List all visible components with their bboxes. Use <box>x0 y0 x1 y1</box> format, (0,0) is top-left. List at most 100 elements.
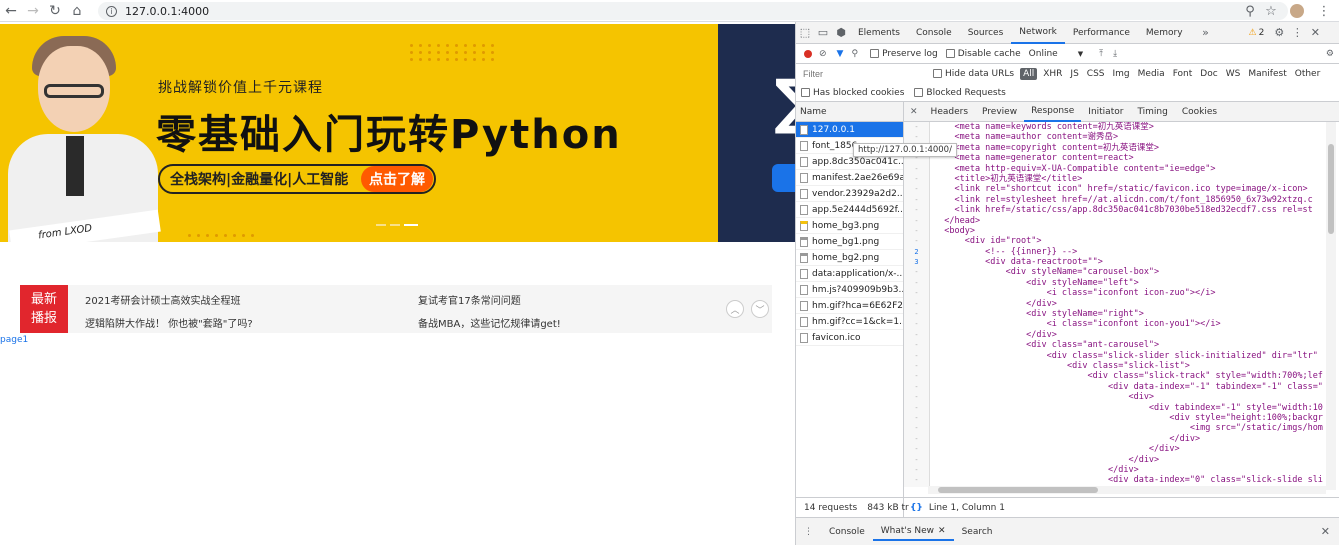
gutter-mark: - <box>914 123 919 131</box>
blocked-requests-checkbox[interactable]: Blocked Requests <box>914 87 1006 98</box>
drawer-tab-console[interactable]: Console <box>821 523 873 541</box>
more-tabs-icon[interactable]: » <box>1197 22 1215 44</box>
tab-preview[interactable]: Preview <box>975 102 1024 122</box>
drawer-tab-search[interactable]: Search <box>954 523 1001 541</box>
carousel-dot[interactable] <box>390 224 400 226</box>
warnings-badge[interactable]: ⚠ 2 <box>1249 28 1265 38</box>
tab-elements[interactable]: Elements <box>850 22 908 44</box>
has-blocked-cookies-checkbox[interactable]: Has blocked cookies <box>801 87 904 98</box>
filter-js[interactable]: JS <box>1066 69 1082 79</box>
carousel-banner[interactable]: ∑ from LXOD 挑战解锁价值上千元课程 零基础入门玩转Python 全栈… <box>0 24 795 242</box>
name-column-header[interactable]: Name <box>796 102 903 122</box>
tab-timing[interactable]: Timing <box>1130 102 1174 122</box>
tab-memory[interactable]: Memory <box>1138 22 1191 44</box>
news-down-icon[interactable]: ﹀ <box>751 300 769 318</box>
blocked-filter-bar: Has blocked cookies Blocked Requests <box>796 84 1339 102</box>
pretty-print-icon[interactable]: {} <box>910 503 923 513</box>
close-drawer-icon[interactable]: ✕ <box>1321 525 1330 538</box>
filter-font[interactable]: Font <box>1169 69 1197 79</box>
throttle-select[interactable]: Online ▼ <box>1029 49 1083 59</box>
tab-console[interactable]: Console <box>908 22 960 44</box>
network-settings-icon[interactable]: ⚙ <box>1326 49 1334 59</box>
news-item[interactable]: 备战MBA，这些记忆规律请get! <box>418 315 561 330</box>
request-row[interactable]: vendor.23929a2d2... <box>796 186 903 202</box>
tab-sources[interactable]: Sources <box>960 22 1012 44</box>
info-icon[interactable]: i <box>106 5 117 17</box>
drawer-tab-whats-new[interactable]: What's New ✕ <box>872 523 954 541</box>
file-icon <box>800 188 808 199</box>
close-devtools-icon[interactable]: ✕ <box>1306 22 1324 44</box>
request-row[interactable]: home_bg1.png <box>796 234 903 250</box>
filter-input[interactable] <box>801 66 925 82</box>
tab-cookies[interactable]: Cookies <box>1175 102 1224 122</box>
response-code-view[interactable]: ------------23--------------------- <met… <box>904 122 1339 487</box>
export-icon[interactable]: ⤓ <box>1113 49 1117 59</box>
code-line: <link rel="shortcut icon" href=/static/f… <box>934 184 1308 195</box>
settings-gear-icon[interactable]: ⚙ <box>1270 22 1288 44</box>
news-item[interactable]: 复试考官17条常问问题 <box>418 292 521 307</box>
bookmark-star-icon[interactable]: ☆ <box>1262 2 1280 20</box>
profile-avatar[interactable] <box>1290 4 1304 18</box>
address-bar[interactable]: i 127.0.0.1:4000 <box>98 2 1288 20</box>
back-icon[interactable]: ← <box>0 0 22 22</box>
home-icon[interactable]: ⌂ <box>66 0 88 22</box>
code-body[interactable]: <meta name=keywords content=初九英语课堂> <met… <box>934 122 1324 487</box>
horizontal-scrollbar[interactable] <box>928 486 1326 494</box>
request-row[interactable]: manifest.2ae26e69a... <box>796 170 903 186</box>
file-icon <box>800 124 808 135</box>
device-toggle-icon[interactable]: ▭ <box>814 22 832 44</box>
drawer-menu-icon[interactable]: ⋮ <box>796 527 821 537</box>
reload-icon[interactable]: ↻ <box>44 0 66 22</box>
menu-icon[interactable]: ⋮ <box>1315 2 1333 20</box>
code-line: <!-- {{inner}} --> <box>934 246 1078 257</box>
request-row[interactable]: hm.gif?cc=1&ck=1... <box>796 314 903 330</box>
news-item[interactable]: 逻辑陷阱大作战！ 你也被"套路"了吗? <box>85 315 253 330</box>
filter-all[interactable]: All <box>1020 68 1038 80</box>
filter-doc[interactable]: Doc <box>1196 69 1221 79</box>
carousel-dot-active[interactable] <box>404 224 418 226</box>
extension-icon[interactable]: ⬢ <box>832 22 850 44</box>
filter-xhr[interactable]: XHR <box>1039 69 1066 79</box>
zoom-icon[interactable]: ⚲ <box>1241 2 1259 20</box>
tab-network[interactable]: Network <box>1011 22 1065 44</box>
carousel-dot[interactable] <box>376 224 386 226</box>
filter-manifest[interactable]: Manifest <box>1244 69 1290 79</box>
tab-performance[interactable]: Performance <box>1065 22 1138 44</box>
filter-media[interactable]: Media <box>1134 69 1169 79</box>
page-link[interactable]: page1 <box>0 335 28 345</box>
tab-headers[interactable]: Headers <box>924 102 975 122</box>
request-row[interactable]: favicon.ico <box>796 330 903 346</box>
news-item[interactable]: 2021考研会计硕士高效实战全程班 <box>85 292 240 307</box>
learn-more-button[interactable]: 点击了解 <box>361 166 433 192</box>
request-row[interactable]: data:application/x-... <box>796 266 903 282</box>
clear-icon[interactable]: ⊘ <box>819 49 827 59</box>
vertical-scrollbar[interactable] <box>1326 122 1336 490</box>
close-tab-icon[interactable]: ✕ <box>938 526 946 536</box>
filter-icon[interactable]: ▼ <box>837 49 844 59</box>
request-row[interactable]: app.5e2444d5692f... <box>796 202 903 218</box>
close-detail-icon[interactable]: ✕ <box>904 107 924 117</box>
forward-icon[interactable]: → <box>22 0 44 22</box>
hide-data-urls-checkbox[interactable]: Hide data URLs <box>933 69 1014 79</box>
filter-img[interactable]: Img <box>1109 69 1134 79</box>
filter-bar: Hide data URLs All XHR JS CSS Img Media … <box>796 64 1339 84</box>
inspect-icon[interactable]: ⬚ <box>796 22 814 44</box>
request-row[interactable]: hm.gif?hca=6E62F2... <box>796 298 903 314</box>
request-row[interactable]: hm.js?409909b9b3... <box>796 282 903 298</box>
record-icon[interactable] <box>804 49 812 58</box>
request-row[interactable]: home_bg2.png <box>796 250 903 266</box>
request-row[interactable]: 127.0.0.1 <box>796 122 903 138</box>
devtools-menu-icon[interactable]: ⋮ <box>1288 22 1306 44</box>
gutter-mark: - <box>914 372 919 381</box>
request-row[interactable]: home_bg3.png <box>796 218 903 234</box>
filter-css[interactable]: CSS <box>1083 69 1109 79</box>
tab-response[interactable]: Response <box>1024 102 1082 122</box>
news-up-icon[interactable]: ︿ <box>726 300 744 318</box>
filter-other[interactable]: Other <box>1291 69 1325 79</box>
disable-cache-checkbox[interactable]: Disable cache <box>945 48 1021 59</box>
tab-initiator[interactable]: Initiator <box>1081 102 1130 122</box>
filter-ws[interactable]: WS <box>1222 69 1245 79</box>
search-icon[interactable]: ⚲ <box>851 49 858 59</box>
import-icon[interactable]: ⤒ <box>1099 49 1103 59</box>
preserve-log-checkbox[interactable]: Preserve log <box>870 48 938 59</box>
